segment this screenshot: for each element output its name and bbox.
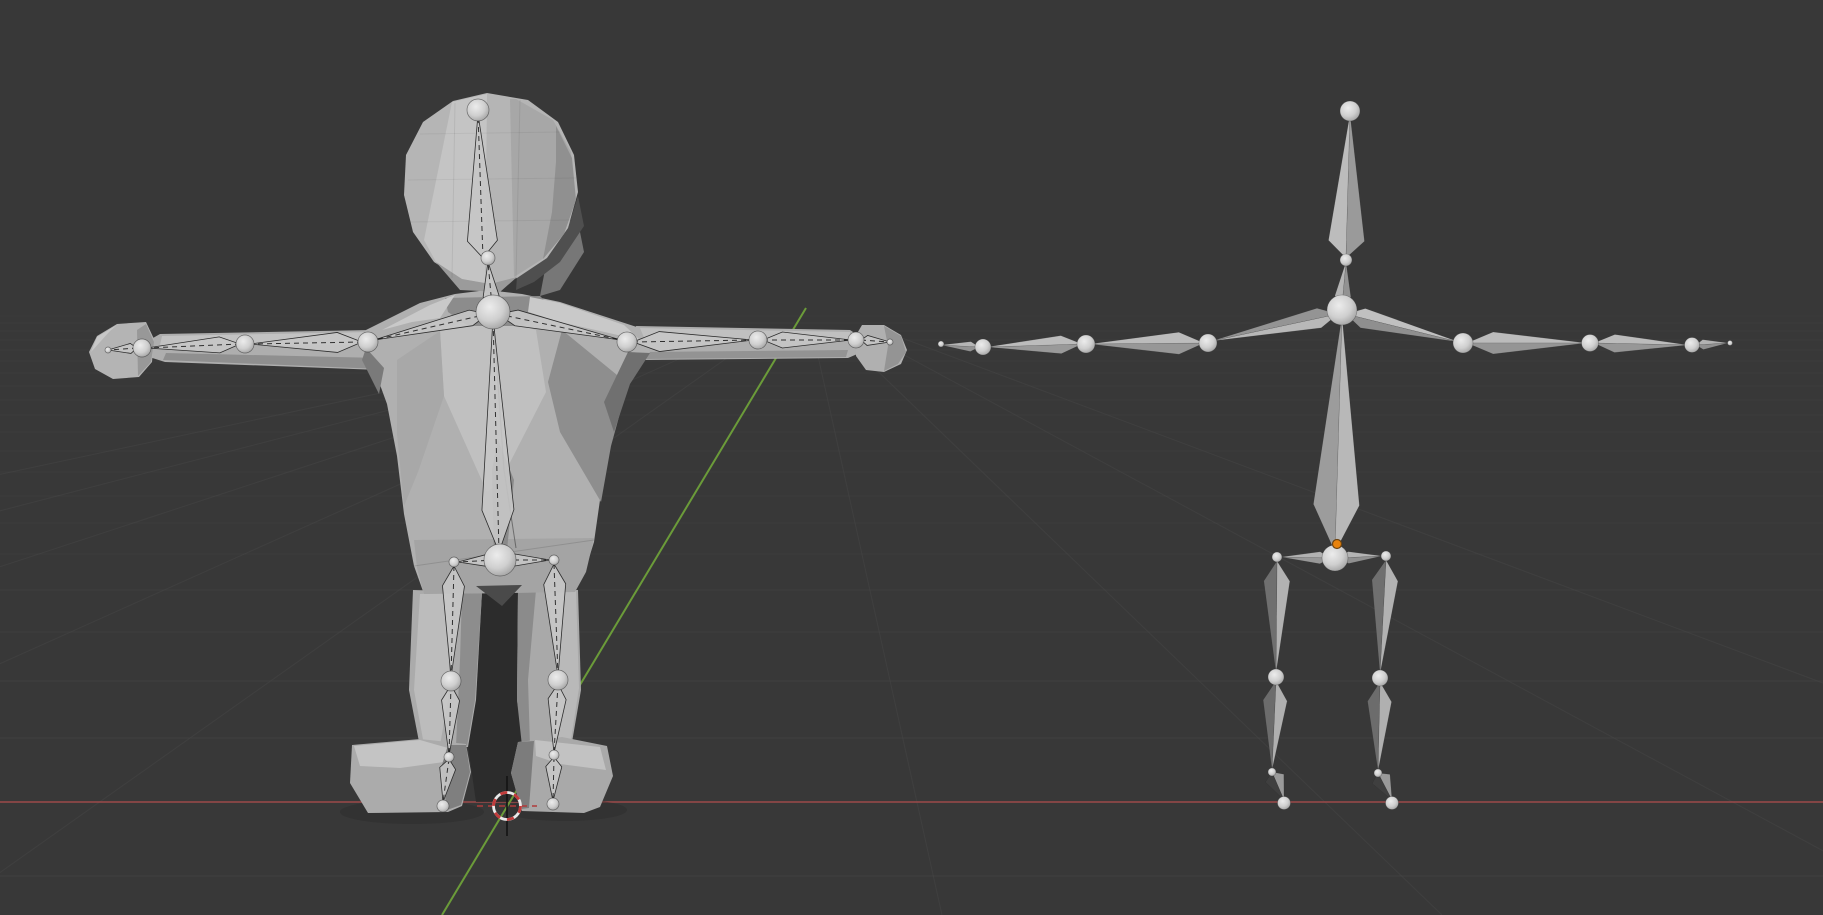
blender-viewport[interactable] bbox=[0, 0, 1823, 915]
bone-joint[interactable] bbox=[467, 99, 489, 121]
bone-joint[interactable] bbox=[1582, 335, 1599, 352]
bone-joint[interactable] bbox=[1322, 545, 1348, 571]
bone-joint[interactable] bbox=[1327, 295, 1357, 325]
bone-joint[interactable] bbox=[358, 332, 378, 352]
bone-joint[interactable] bbox=[481, 251, 495, 265]
bone-joint[interactable] bbox=[1728, 341, 1733, 346]
bone-joint[interactable] bbox=[975, 339, 991, 355]
bone-joint[interactable] bbox=[1077, 335, 1095, 353]
bone-joint[interactable] bbox=[1340, 254, 1352, 266]
viewport-canvas[interactable] bbox=[0, 0, 1823, 915]
bone-joint[interactable] bbox=[1685, 338, 1700, 353]
bone-joint[interactable] bbox=[441, 671, 461, 691]
bone-joint[interactable] bbox=[484, 544, 516, 576]
bone-joint[interactable] bbox=[1453, 333, 1473, 353]
bone-joint[interactable] bbox=[105, 347, 111, 353]
bone-joint[interactable] bbox=[617, 332, 637, 352]
bone-joint[interactable] bbox=[1278, 797, 1291, 810]
bone-joint[interactable] bbox=[1199, 334, 1217, 352]
bone-joint[interactable] bbox=[476, 295, 510, 329]
bone-joint[interactable] bbox=[444, 752, 454, 762]
bone-joint[interactable] bbox=[887, 339, 893, 345]
bone-joint[interactable] bbox=[449, 557, 459, 567]
bone-joint[interactable] bbox=[133, 339, 151, 357]
bone-joint[interactable] bbox=[549, 555, 559, 565]
bone-joint[interactable] bbox=[548, 670, 568, 690]
bone-joint[interactable] bbox=[1372, 670, 1388, 686]
bone-joint[interactable] bbox=[1340, 101, 1360, 121]
bone-joint[interactable] bbox=[437, 800, 449, 812]
bone-joint[interactable] bbox=[848, 332, 864, 348]
bone-joint[interactable] bbox=[236, 335, 254, 353]
bone-joint[interactable] bbox=[1381, 551, 1391, 561]
bone-joint[interactable] bbox=[938, 341, 944, 347]
bone-joint[interactable] bbox=[549, 750, 559, 760]
bone-joint[interactable] bbox=[1374, 769, 1382, 777]
bone-joint[interactable] bbox=[1272, 552, 1282, 562]
bone-joint[interactable] bbox=[1386, 797, 1399, 810]
bone-joint[interactable] bbox=[749, 331, 767, 349]
object-origin-dot[interactable] bbox=[1333, 540, 1342, 549]
bone-joint[interactable] bbox=[1268, 669, 1284, 685]
bone-joint[interactable] bbox=[547, 798, 559, 810]
bone-joint[interactable] bbox=[1268, 768, 1276, 776]
